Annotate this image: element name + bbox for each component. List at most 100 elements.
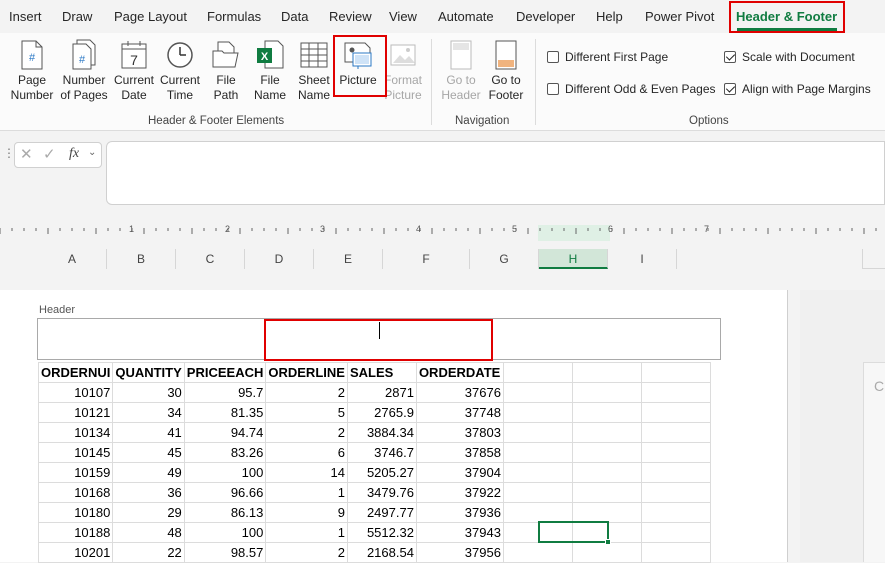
- data-cell[interactable]: 96.66: [183, 482, 267, 503]
- header-cell[interactable]: SALES: [346, 362, 417, 383]
- scale-with-document-checkbox[interactable]: Scale with Document: [724, 50, 855, 64]
- column-header-a[interactable]: A: [38, 249, 107, 269]
- empty-cell[interactable]: [571, 362, 642, 383]
- tab-automate[interactable]: Automate: [438, 9, 494, 24]
- empty-cell[interactable]: [502, 462, 573, 483]
- data-cell[interactable]: 29: [112, 502, 185, 523]
- file-path-button[interactable]: File Path: [203, 39, 249, 109]
- empty-cell[interactable]: [502, 482, 573, 503]
- data-cell[interactable]: 14: [265, 462, 348, 483]
- empty-cell[interactable]: [571, 422, 642, 443]
- data-cell[interactable]: 49: [112, 462, 185, 483]
- data-cell[interactable]: 10188: [37, 522, 114, 543]
- header-cell[interactable]: QUANTITY: [112, 362, 185, 383]
- empty-cell[interactable]: [502, 382, 573, 403]
- tab-header-footer[interactable]: Header & Footer: [736, 9, 837, 24]
- data-cell[interactable]: 36: [112, 482, 185, 503]
- empty-cell[interactable]: [502, 442, 573, 463]
- empty-cell[interactable]: [571, 442, 642, 463]
- data-cell[interactable]: 2765.9: [346, 402, 417, 423]
- empty-cell[interactable]: [571, 482, 642, 503]
- data-cell[interactable]: 1: [265, 482, 348, 503]
- data-cell[interactable]: 5512.32: [346, 522, 417, 543]
- empty-cell[interactable]: [640, 542, 711, 563]
- tab-power-pivot[interactable]: Power Pivot: [645, 9, 714, 24]
- empty-cell[interactable]: [640, 462, 711, 483]
- data-cell[interactable]: 6: [265, 442, 348, 463]
- data-cell[interactable]: 22: [112, 542, 185, 563]
- data-cell[interactable]: 10201: [37, 542, 114, 563]
- empty-cell[interactable]: [640, 522, 711, 543]
- tab-help[interactable]: Help: [596, 9, 623, 24]
- data-cell[interactable]: 2: [265, 382, 348, 403]
- empty-cell[interactable]: [571, 462, 642, 483]
- empty-cell[interactable]: [502, 362, 573, 383]
- formula-input[interactable]: [106, 141, 885, 205]
- data-cell[interactable]: 37936: [415, 502, 504, 523]
- data-cell[interactable]: 86.13: [183, 502, 267, 523]
- data-cell[interactable]: 37676: [415, 382, 504, 403]
- data-cell[interactable]: 37904: [415, 462, 504, 483]
- data-cell[interactable]: 94.74: [183, 422, 267, 443]
- header-cell[interactable]: ORDERDATE: [415, 362, 504, 383]
- data-cell[interactable]: 9: [265, 502, 348, 523]
- data-cell[interactable]: 10145: [37, 442, 114, 463]
- different-odd-even-checkbox[interactable]: Different Odd & Even Pages: [547, 82, 716, 96]
- picture-button[interactable]: Picture: [335, 39, 381, 109]
- page-number-button[interactable]: # Page Number: [9, 39, 55, 109]
- data-cell[interactable]: 10159: [37, 462, 114, 483]
- data-cell[interactable]: 37748: [415, 402, 504, 423]
- empty-cell[interactable]: [571, 402, 642, 423]
- data-cell[interactable]: 37922: [415, 482, 504, 503]
- data-cell[interactable]: 3884.34: [346, 422, 417, 443]
- empty-cell[interactable]: [640, 422, 711, 443]
- number-of-pages-button[interactable]: # Number of Pages: [60, 39, 108, 109]
- data-cell[interactable]: 5: [265, 402, 348, 423]
- empty-cell[interactable]: [502, 402, 573, 423]
- fill-handle[interactable]: [605, 539, 611, 545]
- data-cell[interactable]: 1: [265, 522, 348, 543]
- data-cell[interactable]: 45: [112, 442, 185, 463]
- format-picture-button[interactable]: Format Picture: [380, 39, 426, 109]
- go-to-footer-button[interactable]: Go to Footer: [483, 39, 529, 109]
- checkbox-box[interactable]: [547, 83, 559, 95]
- header-cell[interactable]: ORDERLINE: [265, 362, 348, 383]
- data-cell[interactable]: 100: [183, 462, 267, 483]
- data-cell[interactable]: 10168: [37, 482, 114, 503]
- data-cell[interactable]: 10121: [37, 402, 114, 423]
- tab-view[interactable]: View: [389, 9, 417, 24]
- go-to-header-button[interactable]: Go to Header: [438, 39, 484, 109]
- header-cell[interactable]: PRICEEACH: [183, 362, 267, 383]
- checkbox-box[interactable]: [547, 51, 559, 63]
- checkbox-box-checked[interactable]: [724, 51, 736, 63]
- tab-insert[interactable]: Insert: [9, 9, 42, 24]
- data-cell[interactable]: 2497.77: [346, 502, 417, 523]
- file-name-button[interactable]: X File Name: [247, 39, 293, 109]
- data-cell[interactable]: 10107: [37, 382, 114, 403]
- checkbox-box-checked[interactable]: [724, 83, 736, 95]
- data-cell[interactable]: 81.35: [183, 402, 267, 423]
- column-header-g[interactable]: G: [470, 249, 539, 269]
- chevron-down-icon[interactable]: ⌄: [88, 147, 96, 158]
- column-header-i[interactable]: I: [608, 249, 677, 269]
- enter-icon[interactable]: ✓: [43, 145, 56, 163]
- empty-cell[interactable]: [640, 502, 711, 523]
- empty-cell[interactable]: [640, 402, 711, 423]
- data-cell[interactable]: 2: [265, 422, 348, 443]
- data-cell[interactable]: 10180: [37, 502, 114, 523]
- data-cell[interactable]: 2: [265, 542, 348, 563]
- sheet-name-button[interactable]: Sheet Name: [291, 39, 337, 109]
- data-cell[interactable]: 3746.7: [346, 442, 417, 463]
- current-date-button[interactable]: 7 Current Date: [111, 39, 157, 109]
- column-header-f[interactable]: F: [383, 249, 470, 269]
- empty-cell[interactable]: [571, 542, 642, 563]
- data-cell[interactable]: 48: [112, 522, 185, 543]
- data-cell[interactable]: 95.7: [183, 382, 267, 403]
- current-time-button[interactable]: Current Time: [157, 39, 203, 109]
- data-cell[interactable]: 37956: [415, 542, 504, 563]
- data-cell[interactable]: 30: [112, 382, 185, 403]
- active-cell[interactable]: [538, 521, 609, 543]
- tab-data[interactable]: Data: [281, 9, 308, 24]
- data-cell[interactable]: 98.57: [183, 542, 267, 563]
- data-cell[interactable]: 100: [183, 522, 267, 543]
